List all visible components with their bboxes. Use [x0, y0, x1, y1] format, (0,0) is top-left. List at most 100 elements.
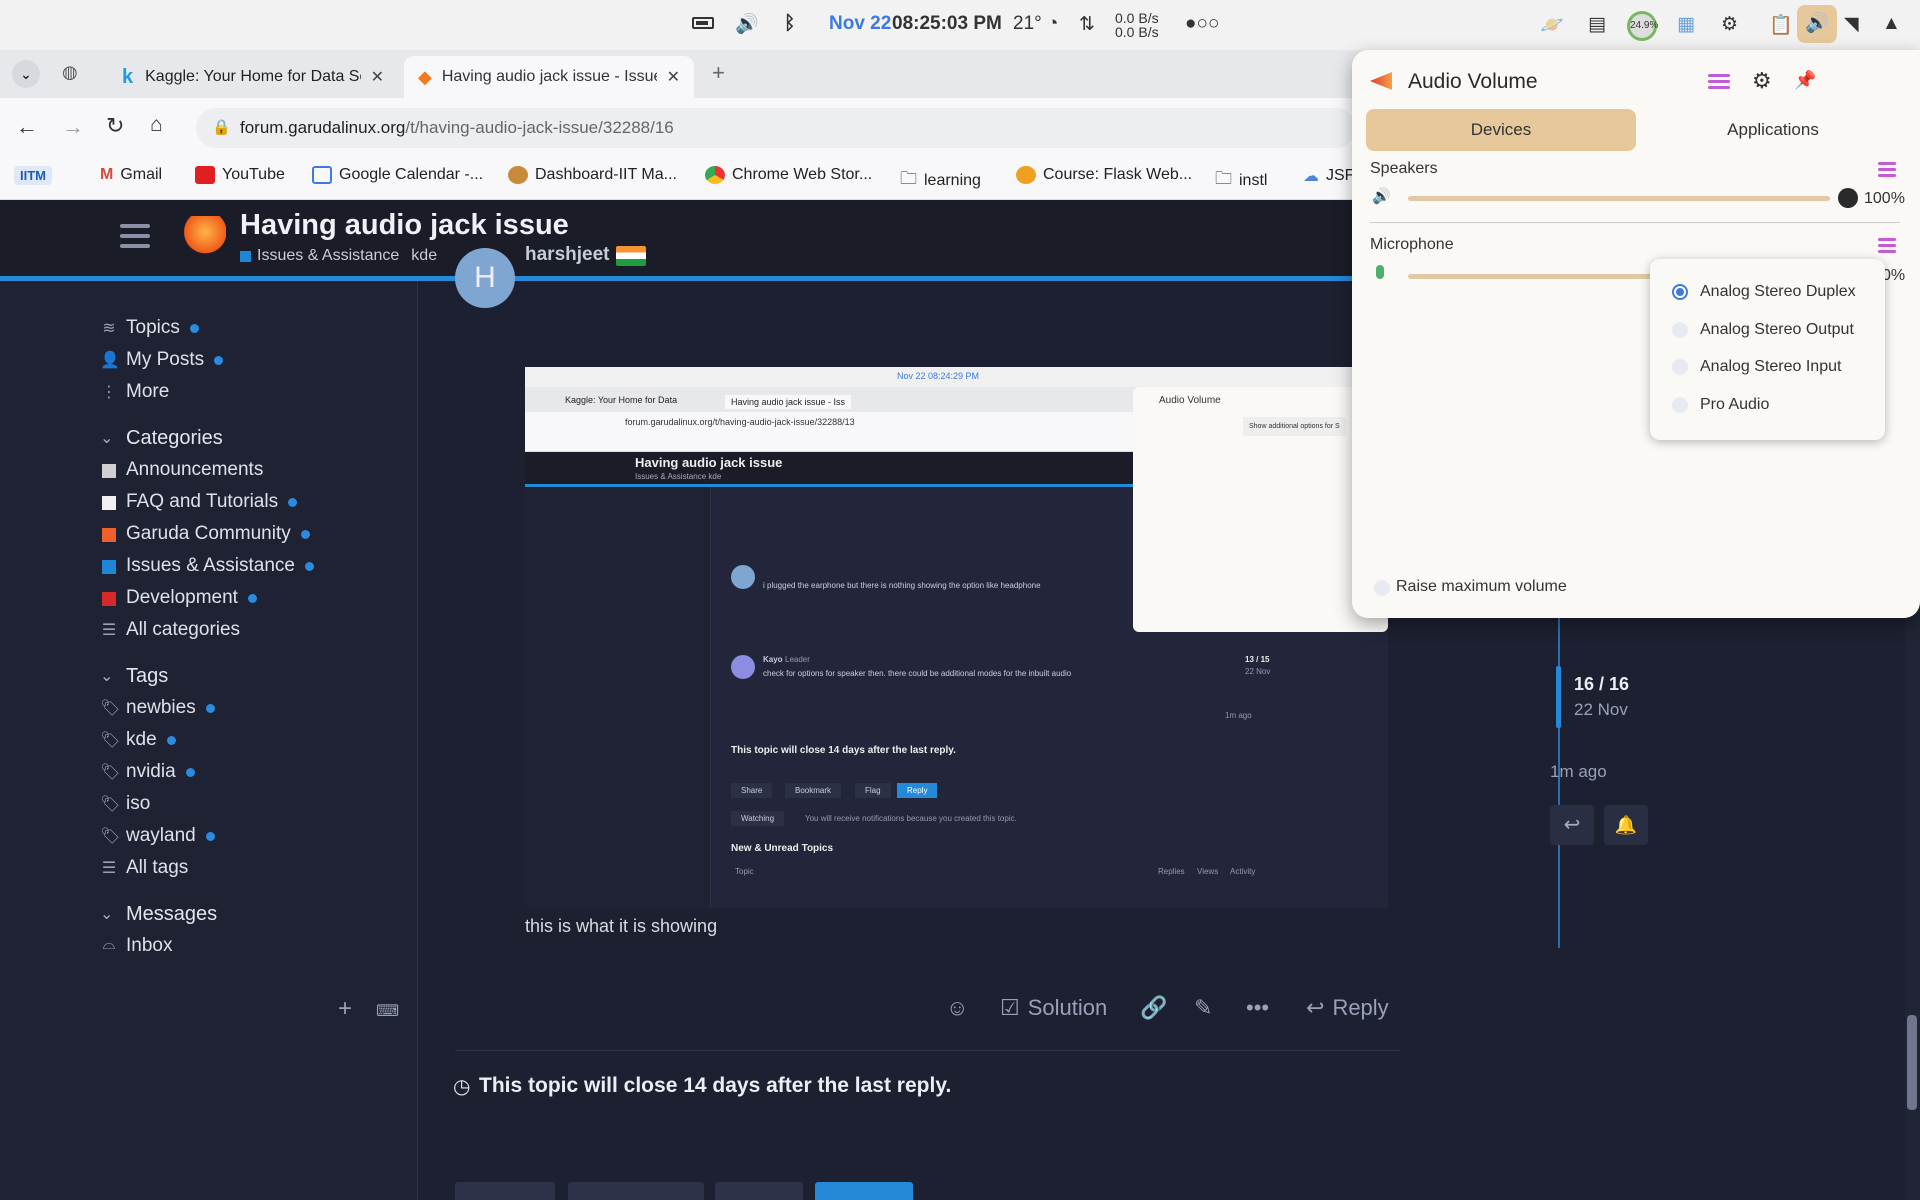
- post-avatar[interactable]: H: [455, 248, 515, 308]
- sidebar-tag-newbies[interactable]: 🏷 newbies: [100, 697, 215, 719]
- bookmark-learning[interactable]: 🗀 learning: [900, 166, 981, 195]
- notification-bell-button[interactable]: 🔔: [1604, 805, 1648, 845]
- raise-max-label[interactable]: Raise maximum volume: [1396, 578, 1567, 596]
- notes-icon[interactable]: ▤: [1588, 13, 1606, 36]
- add-section-icon[interactable]: +: [338, 995, 352, 1023]
- solution-button[interactable]: ☑ Solution: [1000, 995, 1107, 1021]
- microphone-icon[interactable]: [1376, 265, 1384, 279]
- category-badge[interactable]: Issues & Assistance kde: [240, 247, 437, 265]
- bookmark-dashboard[interactable]: Dashboard-IIT Ma...: [508, 166, 677, 184]
- battery-icon[interactable]: [692, 17, 714, 29]
- post-image-screenshot[interactable]: Nov 22 08:24:29 PM Kaggle: Your Home for…: [525, 367, 1388, 908]
- planet-app-icon[interactable]: 🪐: [1540, 13, 1564, 37]
- tab-list-chevron-icon[interactable]: ⌄: [12, 60, 40, 88]
- garuda-logo-icon[interactable]: [180, 216, 226, 256]
- share-button[interactable]: [455, 1182, 555, 1200]
- sidebar-item-issues-assistance[interactable]: Issues & Assistance: [102, 555, 314, 577]
- settings-gear-tray-icon[interactable]: ⚙: [1721, 13, 1738, 36]
- sidebar-tag-iso[interactable]: 🏷 iso: [100, 793, 150, 815]
- bookmark-iitm[interactable]: IITM: [14, 166, 52, 185]
- page-scrollbar-thumb[interactable]: [1907, 1015, 1917, 1110]
- profile-analog-stereo-duplex[interactable]: Analog Stereo Duplex: [1672, 283, 1856, 301]
- sidebar-item-announcements[interactable]: Announcements: [102, 459, 263, 481]
- volume-icon[interactable]: 🔊: [735, 12, 759, 36]
- back-icon[interactable]: ←: [16, 114, 38, 140]
- tab-kaggle[interactable]: k Kaggle: Your Home for Data Science ✕: [108, 56, 398, 98]
- microphone-options-icon[interactable]: [1878, 238, 1896, 256]
- timeline-reply-button[interactable]: ↩: [1550, 805, 1594, 845]
- clock-time[interactable]: 08:25:03 PM: [892, 13, 1002, 35]
- speakers-slider-handle[interactable]: [1838, 188, 1858, 208]
- sidebar-section-categories[interactable]: ⌄ Categories: [100, 427, 223, 450]
- settings-gear-icon[interactable]: ⚙: [1752, 68, 1772, 94]
- bookmark-youtube[interactable]: YouTube: [195, 166, 285, 184]
- storage-icon[interactable]: ▦: [1677, 13, 1695, 36]
- sidebar-section-tags[interactable]: ⌄ Tags: [100, 665, 168, 688]
- close-tab-icon[interactable]: ✕: [667, 67, 680, 87]
- sidebar-item-inbox[interactable]: ⌓ Inbox: [103, 935, 173, 957]
- wifi-icon[interactable]: ◥: [1844, 13, 1859, 36]
- radio-unselected[interactable]: [1672, 322, 1688, 338]
- radio-selected[interactable]: [1672, 284, 1688, 300]
- raise-max-checkbox[interactable]: [1374, 580, 1390, 596]
- bookmark-chrome-store[interactable]: Chrome Web Stor...: [705, 166, 872, 184]
- tag-label[interactable]: kde: [411, 247, 437, 265]
- sidebar-tag-kde[interactable]: 🏷 kde: [100, 729, 176, 751]
- workspace-indicator[interactable]: ●○○: [1185, 13, 1219, 35]
- sidebar-all-tags[interactable]: ☰ All tags: [102, 857, 188, 879]
- sidebar-item-more[interactable]: ⋮ More: [101, 381, 169, 403]
- speakers-options-icon[interactable]: [1878, 162, 1896, 180]
- volume-tray-active[interactable]: 🔊: [1797, 5, 1837, 43]
- tab-garuda[interactable]: ◆ Having audio jack issue - Issues & Ass…: [404, 56, 694, 98]
- bookmark-instl[interactable]: 🗀 instl: [1215, 166, 1267, 195]
- timeline-position[interactable]: 16 / 16: [1574, 674, 1629, 695]
- globe-icon[interactable]: ◍: [62, 62, 78, 83]
- sidebar-item-all-categories[interactable]: ☰ All categories: [102, 619, 240, 641]
- radio-unselected[interactable]: [1672, 397, 1688, 413]
- post-author[interactable]: harshjeet: [525, 244, 609, 266]
- clipboard-icon[interactable]: 📋: [1769, 13, 1793, 37]
- sidebar-item-development[interactable]: Development: [102, 587, 257, 609]
- sidebar-item-faq[interactable]: FAQ and Tutorials: [102, 491, 298, 513]
- edit-button[interactable]: ✎: [1194, 995, 1212, 1021]
- tab-devices[interactable]: Devices: [1366, 109, 1636, 151]
- bookmark-flask-course[interactable]: Course: Flask Web...: [1016, 166, 1192, 184]
- reload-icon[interactable]: ↻: [106, 113, 124, 139]
- sidebar-item-my-posts[interactable]: 👤 My Posts: [100, 349, 224, 371]
- home-icon[interactable]: ⌂: [150, 113, 163, 137]
- profile-analog-stereo-input[interactable]: Analog Stereo Input: [1672, 358, 1841, 376]
- cpu-meter[interactable]: 24.9%: [1627, 11, 1658, 41]
- clock-date[interactable]: Nov 22: [829, 13, 891, 35]
- reply-button[interactable]: ↩ Reply: [1306, 995, 1389, 1021]
- timeline-handle[interactable]: [1556, 666, 1561, 728]
- hamburger-menu-icon[interactable]: [1708, 74, 1730, 92]
- close-tab-icon[interactable]: ✕: [371, 67, 384, 87]
- bookmark-button[interactable]: [568, 1182, 704, 1200]
- sidebar-item-topics[interactable]: ≋ Topics: [102, 317, 199, 339]
- keyboard-icon[interactable]: ⌨: [376, 1001, 399, 1021]
- sidebar-tag-nvidia[interactable]: 🏷 nvidia: [100, 761, 195, 783]
- pin-icon[interactable]: 📌: [1794, 70, 1816, 91]
- speakers-volume-slider[interactable]: [1408, 196, 1830, 201]
- bookmark-google-calendar[interactable]: Google Calendar -...: [312, 166, 483, 184]
- copy-link-button[interactable]: 🔗: [1140, 995, 1167, 1021]
- sidebar-tag-wayland[interactable]: 🏷 wayland: [100, 825, 215, 847]
- topic-title[interactable]: Having audio jack issue: [240, 209, 569, 242]
- reply-primary-button[interactable]: [815, 1182, 913, 1200]
- like-emoji-button[interactable]: ☺: [946, 995, 968, 1021]
- sidebar-item-garuda-community[interactable]: Garuda Community: [102, 523, 310, 545]
- bookmark-gmail[interactable]: M Gmail: [100, 166, 162, 184]
- sidebar-section-messages[interactable]: ⌄ Messages: [100, 903, 217, 926]
- more-options-button[interactable]: •••: [1246, 995, 1269, 1021]
- bookmark-jsf[interactable]: ☁ JSF: [1303, 166, 1354, 186]
- tab-applications[interactable]: Applications: [1638, 109, 1908, 151]
- lock-icon[interactable]: 🔒: [212, 118, 231, 136]
- address-bar[interactable]: 🔒 forum.garudalinux.org/t/having-audio-j…: [196, 108, 1356, 148]
- tray-expand-icon[interactable]: ▲: [1882, 13, 1901, 35]
- radio-unselected[interactable]: [1672, 359, 1688, 375]
- new-tab-icon[interactable]: +: [712, 60, 725, 86]
- profile-pro-audio[interactable]: Pro Audio: [1672, 396, 1769, 414]
- speaker-volume-icon[interactable]: 🔊: [1372, 187, 1391, 205]
- timeline-ago[interactable]: 1m ago: [1550, 762, 1607, 782]
- forward-icon[interactable]: →: [62, 114, 84, 140]
